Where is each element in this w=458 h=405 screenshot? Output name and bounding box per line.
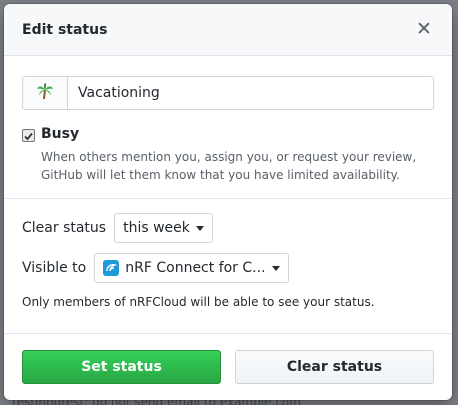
clear-status-row: Clear status this week [22,213,434,243]
busy-checkbox[interactable] [22,129,35,142]
status-message-input[interactable] [68,77,433,109]
edit-status-dialog: Edit status ✕ Vacationing Busy When othe… [4,4,452,400]
clear-status-dropdown[interactable]: this week [114,213,213,243]
status-row [22,76,434,110]
visibility-value: nRF Connect for C... [125,260,266,276]
busy-row: Busy When others mention you, assign you… [22,126,434,184]
palm-tree-icon [36,82,54,104]
emoji-picker-button[interactable] [23,77,68,109]
dialog-footer: Set status Clear status [4,334,452,400]
visibility-row: Visible to nRF Connect for C... [22,253,434,283]
dialog-header: Edit status ✕ [4,4,452,56]
close-icon[interactable]: ✕ [414,20,434,39]
nrf-cloud-icon [103,260,120,276]
busy-text: Busy When others mention you, assign you… [41,126,421,184]
checkmark-icon [24,126,33,145]
chevron-down-icon [195,225,204,231]
clear-status-button[interactable]: Clear status [235,350,434,384]
visibility-dropdown[interactable]: nRF Connect for C... [94,253,289,283]
visibility-note: Only members of nRFCloud will be able to… [22,295,375,309]
dialog-title: Edit status [22,21,108,38]
clear-status-value: this week [123,220,190,236]
busy-description: When others mention you, assign you, or … [41,150,417,182]
set-status-button[interactable]: Set status [22,350,221,384]
chevron-down-icon [271,265,280,271]
options-section: Clear status this week Visible to nRF Co… [4,199,452,334]
clear-status-label: Clear status [22,220,107,236]
status-section: Busy When others mention you, assign you… [4,56,452,199]
visible-to-label: Visible to [22,260,87,276]
busy-label: Busy [41,126,80,142]
